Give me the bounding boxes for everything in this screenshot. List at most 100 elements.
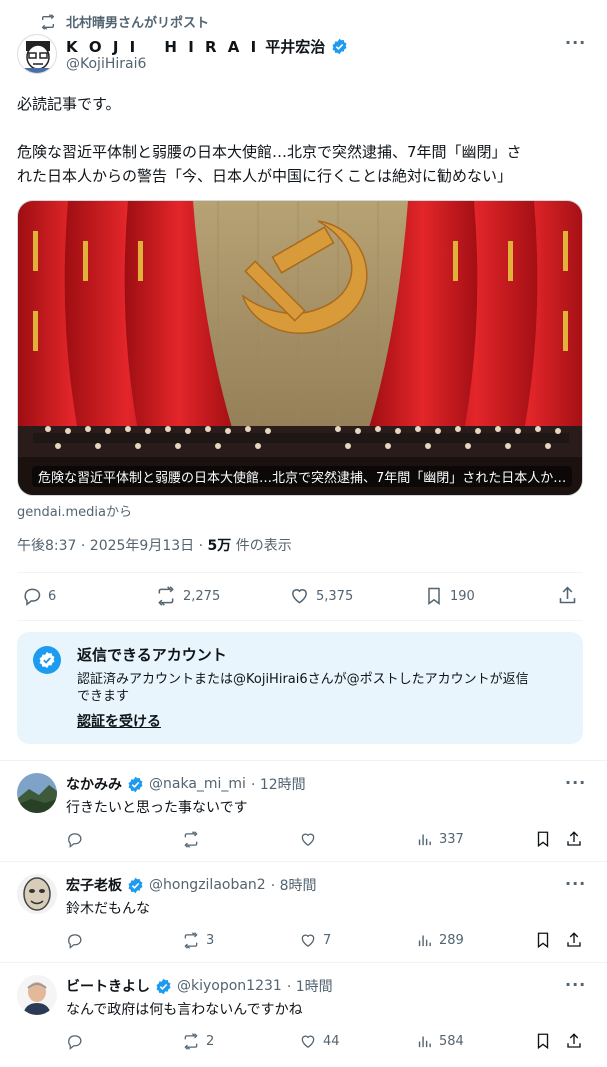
bar-chart-icon	[416, 831, 433, 848]
reply-item[interactable]: ビートきよし @kiyopon1231 · 1時間 ··· なんで政府は何も言わ…	[0, 963, 607, 1063]
author-name-latin: K O J I H I R A I	[66, 38, 260, 56]
bookmark-count: 190	[450, 588, 475, 604]
bar-chart-icon	[416, 1033, 433, 1050]
repost-label: 北村晴男さんがリポスト	[66, 16, 210, 31]
reply-text: 行きたいと思った事ないです	[66, 800, 248, 816]
repost-count: 2	[206, 1034, 215, 1049]
repost-icon	[155, 586, 177, 606]
like-count: 7	[323, 933, 332, 948]
share-button[interactable]	[565, 1032, 583, 1050]
reply-author-name[interactable]: 宏子老板	[66, 875, 122, 895]
bookmark-icon	[534, 830, 552, 848]
link-card[interactable]: 危険な習近平体制と弱腰の日本大使館…北京で突然逮捕、7年間「幽閉」された日本人か…	[17, 200, 583, 496]
verified-badge-icon	[331, 38, 348, 55]
bar-chart-icon	[416, 932, 433, 949]
reply-handle[interactable]: @hongzilaoban2	[149, 877, 266, 893]
at-sign-check-icon	[33, 646, 61, 674]
heart-icon	[299, 831, 317, 848]
like-button[interactable]	[299, 831, 323, 848]
heart-icon	[289, 586, 310, 606]
bookmark-button[interactable]: 190	[424, 586, 475, 606]
bookmark-icon	[424, 586, 444, 606]
reply-icon	[66, 831, 83, 848]
views-button[interactable]: 337	[416, 831, 464, 848]
repost-icon	[182, 932, 200, 949]
post-body-line1: 必読記事です。	[17, 95, 121, 113]
repost-icon	[40, 13, 56, 30]
reply-text: 鈴木だもんな	[66, 901, 150, 917]
heart-icon	[299, 932, 317, 949]
reply-time[interactable]: · 12時間	[251, 774, 306, 794]
reply-icon	[66, 932, 83, 949]
share-icon	[565, 1032, 583, 1050]
repost-button[interactable]: 2	[182, 1033, 214, 1050]
reply-item[interactable]: 宏子老板 @hongzilaoban2 · 8時間 ··· 鈴木だもんな 3 7…	[0, 862, 607, 962]
reply-button[interactable]: 6	[22, 586, 56, 606]
like-count: 44	[323, 1034, 340, 1049]
reply-avatar[interactable]	[17, 874, 57, 914]
bookmark-button[interactable]	[534, 830, 552, 848]
reply-time[interactable]: · 8時間	[271, 875, 317, 895]
reply-button[interactable]	[66, 831, 83, 848]
link-card-source[interactable]: gendai.mediaから	[17, 501, 132, 520]
more-options-icon[interactable]: ···	[565, 975, 586, 994]
reply-count: 6	[48, 588, 57, 604]
like-button[interactable]: 5,375	[289, 586, 353, 606]
repost-icon	[182, 1033, 200, 1050]
reply-notice-title: 返信できるアカウント	[77, 646, 227, 664]
repost-button[interactable]	[182, 831, 206, 848]
reply-icon	[66, 1033, 83, 1050]
share-button[interactable]	[557, 585, 578, 606]
reply-handle[interactable]: @naka_mi_mi	[149, 776, 246, 792]
reply-avatar[interactable]	[17, 975, 57, 1015]
views-count: 337	[439, 832, 464, 847]
reply-handle[interactable]: @kiyopon1231	[177, 978, 282, 994]
reply-item[interactable]: なかみみ @naka_mi_mi · 12時間 ··· 行きたいと思った事ないで…	[0, 761, 607, 861]
author-handle[interactable]: @KojiHirai6	[66, 56, 146, 72]
verified-badge-icon	[127, 877, 144, 894]
more-options-icon[interactable]: ···	[565, 773, 586, 792]
reply-time[interactable]: · 1時間	[287, 976, 333, 996]
link-card-caption: 危険な習近平体制と弱腰の日本大使館…北京で突然逮捕、7年間「幽閉」された日本人か…	[32, 466, 572, 487]
link-card-image	[18, 201, 582, 495]
get-verified-link[interactable]: 認証を受ける	[77, 711, 161, 731]
views-count: 584	[439, 1034, 464, 1049]
repost-header[interactable]: 北村晴男さんがリポスト	[40, 12, 209, 31]
post-body-line3: れた日本人からの警告「今、日本人が中国に行くことは絶対に勧めない」	[17, 167, 513, 185]
share-button[interactable]	[565, 830, 583, 848]
reply-notice-line1: 認証済みアカウントまたは@KojiHirai6さんが@ポストしたアカウントが返信	[77, 672, 529, 687]
repost-button[interactable]: 2,275	[155, 586, 220, 606]
verified-badge-icon	[127, 776, 144, 793]
repost-count: 2,275	[183, 588, 221, 604]
like-button[interactable]: 7	[299, 932, 331, 949]
like-button[interactable]: 44	[299, 1033, 340, 1050]
author-avatar[interactable]	[17, 34, 57, 74]
bookmark-icon	[534, 1032, 552, 1050]
repost-button[interactable]: 3	[182, 932, 214, 949]
views-button[interactable]: 584	[416, 1033, 464, 1050]
reply-button[interactable]	[66, 932, 83, 949]
share-icon	[565, 931, 583, 949]
more-options-icon[interactable]: ···	[565, 874, 586, 893]
reply-author-name[interactable]: なかみみ	[66, 774, 122, 794]
views-label: 件の表示	[231, 538, 292, 554]
bookmark-button[interactable]	[534, 1032, 552, 1050]
bookmark-icon	[534, 931, 552, 949]
heart-icon	[299, 1033, 317, 1050]
views-count: 289	[439, 933, 464, 948]
bookmark-button[interactable]	[534, 931, 552, 949]
post-body: 必読記事です。 危険な習近平体制と弱腰の日本大使館…北京で突然逮捕、7年間「幽閉…	[17, 92, 592, 188]
author-name-jp: 平井宏治	[265, 38, 326, 56]
views-count: 5万	[207, 538, 232, 554]
reply-notice-line2: できます	[77, 689, 130, 704]
more-options-icon[interactable]: ···	[565, 33, 586, 52]
views-button[interactable]: 289	[416, 932, 464, 949]
reply-button[interactable]	[66, 1033, 83, 1050]
reply-author-name[interactable]: ビートきよし	[66, 976, 150, 996]
post-body-line2: 危険な習近平体制と弱腰の日本大使館…北京で突然逮捕、7年間「幽閉」さ	[17, 143, 522, 161]
share-button[interactable]	[565, 931, 583, 949]
author-name-row[interactable]: K O J I H I R A I 平井宏治	[66, 36, 348, 57]
post-timestamp[interactable]: 午後8:37 · 2025年9月13日 ·	[17, 538, 208, 554]
reply-avatar[interactable]	[17, 773, 57, 813]
reply-text: なんで政府は何も言わないんですかね	[66, 1002, 303, 1018]
